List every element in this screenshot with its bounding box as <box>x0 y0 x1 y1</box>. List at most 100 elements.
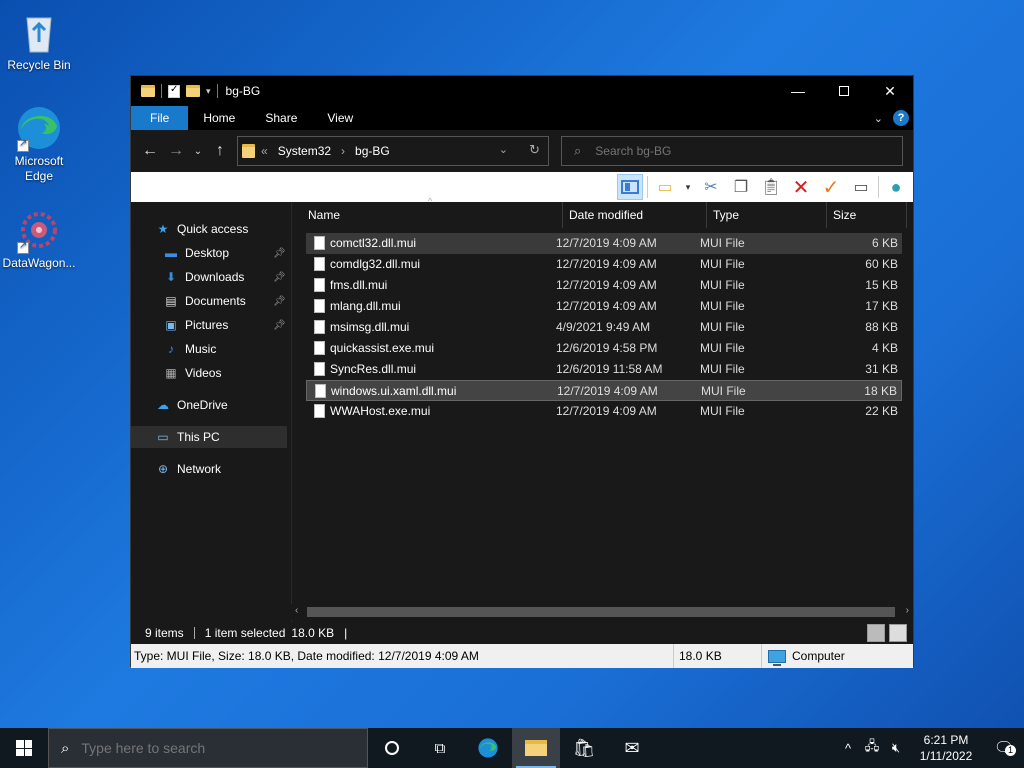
tab-file[interactable]: File <box>131 106 189 130</box>
scroll-left-icon[interactable]: ‹ <box>295 605 298 616</box>
address-bar[interactable]: « System32 › bg-BG ⌄ ↻ <box>237 136 549 166</box>
desktop-icon-datawagon[interactable]: DataWagon... <box>1 206 77 271</box>
taskbar-file-explorer-button[interactable] <box>512 728 560 768</box>
desktop-icon-recycle-bin[interactable]: Recycle Bin <box>1 8 77 73</box>
taskbar-edge-button[interactable] <box>464 728 512 768</box>
divider <box>878 176 879 198</box>
nav-onedrive[interactable]: ☁ OneDrive <box>155 394 228 416</box>
breadcrumb-system32[interactable]: System32 <box>278 144 331 158</box>
breadcrumb-overflow[interactable]: « <box>261 144 268 158</box>
task-view-button[interactable]: ⧉ <box>416 728 464 768</box>
copy-icon: ❐ <box>733 179 749 196</box>
edge-icon <box>15 104 63 152</box>
close-button[interactable]: ✕ <box>867 76 913 106</box>
column-header-date[interactable]: Date modified <box>563 202 707 228</box>
pin-icon[interactable]: 📌︎ <box>273 248 286 259</box>
file-row-selected[interactable]: windows.ui.xaml.dll.mui 12/7/2019 4:09 A… <box>306 380 902 401</box>
volume-muted-icon[interactable]: 🔇︎ <box>884 740 908 756</box>
file-date: 12/7/2019 4:09 AM <box>557 384 658 398</box>
file-row[interactable]: quickassist.exe.mui 12/6/2019 4:58 PM MU… <box>306 338 902 359</box>
column-header-size[interactable]: Size <box>827 202 907 228</box>
file-row[interactable]: SyncRes.dll.mui 12/6/2019 11:58 AM MUI F… <box>306 359 902 380</box>
recent-locations-button[interactable]: ⌄ <box>189 138 207 164</box>
nav-network[interactable]: ⊕ Network <box>155 458 221 480</box>
nav-item-videos[interactable]: ▦ Videos <box>163 362 221 384</box>
copy-button[interactable]: ❐ <box>728 174 754 200</box>
minimize-icon: — <box>791 83 805 99</box>
ribbon-tabs: File Home Share View ⌄ ? <box>131 106 913 130</box>
back-button[interactable]: ← <box>137 138 163 164</box>
taskbar-store-button[interactable]: 🛍︎ <box>560 728 608 768</box>
scroll-right-icon[interactable]: › <box>906 605 909 616</box>
scrollbar-thumb[interactable] <box>307 607 895 617</box>
large-icons-view-button[interactable] <box>889 624 907 642</box>
file-row[interactable]: comctl32.dll.mui 12/7/2019 4:09 AM MUI F… <box>306 233 902 254</box>
network-status-icon[interactable]: 🖧︎ <box>860 737 884 759</box>
up-button[interactable]: ↑ <box>207 138 233 164</box>
video-icon: ▦ <box>165 366 177 380</box>
horizontal-scrollbar[interactable]: ‹ › <box>291 604 913 620</box>
file-row[interactable]: WWAHost.exe.mui 12/7/2019 4:09 AM MUI Fi… <box>306 401 902 422</box>
delete-button[interactable]: ✕ <box>788 174 814 200</box>
file-row[interactable]: msimsg.dll.mui 4/9/2021 9:49 AM MUI File… <box>306 317 902 338</box>
nav-item-documents[interactable]: ▤ Documents 📌︎ <box>163 290 289 312</box>
file-date: 12/7/2019 4:09 AM <box>556 299 657 313</box>
column-header-type[interactable]: Type <box>707 202 827 228</box>
tab-view[interactable]: View <box>312 106 368 130</box>
file-name: msimsg.dll.mui <box>330 320 410 334</box>
pin-icon[interactable]: 📌︎ <box>273 296 286 307</box>
title-bar[interactable]: ▾ bg-BG — ✕ <box>131 76 913 106</box>
show-hidden-icons-chevron-icon[interactable]: ^ <box>836 741 860 756</box>
nav-item-pictures[interactable]: ▣ Pictures 📌︎ <box>163 314 289 336</box>
search-box[interactable]: ⌕ <box>561 136 903 166</box>
nav-item-downloads[interactable]: ⬇ Downloads 📌︎ <box>163 266 289 288</box>
start-button[interactable] <box>0 728 48 768</box>
minimize-button[interactable]: — <box>775 76 821 106</box>
cut-button[interactable]: ✂ <box>698 174 724 200</box>
properties-icon[interactable] <box>168 84 180 98</box>
clock[interactable]: 6:21 PM 1/11/2022 <box>908 732 984 764</box>
refresh-icon[interactable]: ↻ <box>529 142 540 158</box>
nav-this-pc[interactable]: ▭ This PC <box>131 426 287 448</box>
file-row[interactable]: comdlg32.dll.mui 12/7/2019 4:09 AM MUI F… <box>306 254 902 275</box>
search-input[interactable] <box>595 144 876 158</box>
forward-button[interactable]: → <box>163 138 189 164</box>
file-type: MUI File <box>700 236 745 250</box>
tab-share[interactable]: Share <box>250 106 312 130</box>
globe-button[interactable]: ● <box>883 174 909 200</box>
breadcrumb-separator[interactable]: › <box>341 144 345 158</box>
tab-home[interactable]: Home <box>188 106 250 130</box>
action-center-button[interactable]: 🗨︎ 1 <box>984 738 1024 758</box>
file-row[interactable]: fms.dll.mui 12/7/2019 4:09 AM MUI File 1… <box>306 275 902 296</box>
nav-item-music[interactable]: ♪ Music <box>163 338 216 360</box>
properties-button[interactable]: ▭ <box>848 174 874 200</box>
pin-icon[interactable]: 📌︎ <box>273 320 286 331</box>
desktop-icon-microsoft-edge[interactable]: Microsoft Edge <box>1 104 77 184</box>
breadcrumb-bg-bg[interactable]: bg-BG <box>355 144 390 158</box>
folder-options-dropdown[interactable]: ▾ <box>682 174 694 200</box>
maximize-button[interactable] <box>821 76 867 106</box>
preview-pane-button[interactable] <box>617 174 643 200</box>
file-type: MUI File <box>700 341 745 355</box>
taskbar-search-input[interactable] <box>81 740 342 756</box>
pin-icon[interactable]: 📌︎ <box>273 272 286 283</box>
expand-ribbon-icon[interactable]: ⌄ <box>874 112 883 125</box>
new-folder-icon[interactable] <box>186 85 200 97</box>
nav-label: OneDrive <box>177 398 228 412</box>
address-dropdown-icon[interactable]: ⌄ <box>499 143 508 156</box>
nav-item-desktop[interactable]: ▬ Desktop 📌︎ <box>163 242 289 264</box>
column-header-name[interactable]: Name <box>292 202 563 228</box>
paste-button[interactable]: 📋︎ <box>758 174 784 200</box>
details-view-button[interactable] <box>867 624 885 642</box>
file-row[interactable]: mlang.dll.mui 12/7/2019 4:09 AM MUI File… <box>306 296 902 317</box>
file-size: 60 KB <box>865 257 898 271</box>
folder-options-button[interactable]: ▭ <box>652 174 678 200</box>
taskbar-search-box[interactable]: ⌕ <box>48 728 368 768</box>
rename-button[interactable]: ✓ <box>818 174 844 200</box>
nav-quick-access[interactable]: ★ Quick access <box>155 218 249 240</box>
taskbar-mail-button[interactable]: ✉ <box>608 728 656 768</box>
customize-qat-icon[interactable]: ▾ <box>206 86 211 97</box>
help-icon[interactable]: ? <box>893 110 909 126</box>
cortana-button[interactable] <box>368 728 416 768</box>
arrow-right-icon: → <box>168 142 184 159</box>
